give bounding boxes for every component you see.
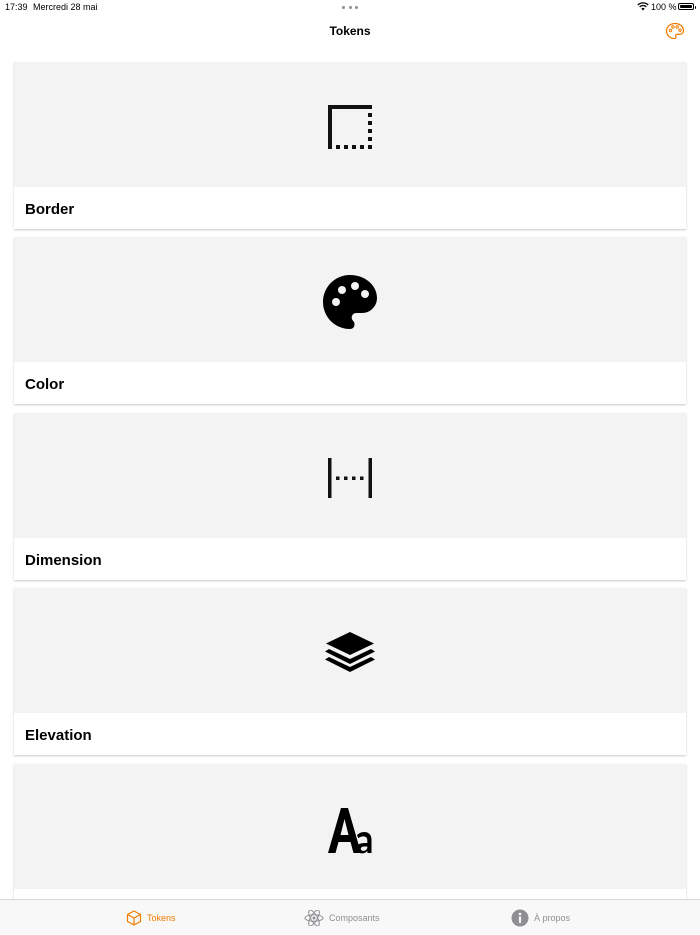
battery-icon: [678, 3, 696, 10]
tab-composants[interactable]: Composants: [304, 900, 380, 935]
tab-bar: Tokens Composants À propos: [0, 899, 700, 934]
tab-label: À propos: [534, 912, 571, 923]
card-dimension[interactable]: Dimension: [14, 413, 686, 580]
tab-a-propos[interactable]: À propos: [511, 900, 570, 935]
border-icon: [328, 105, 372, 149]
card-media: [14, 237, 686, 362]
card-media: [14, 62, 686, 187]
status-bar: 17:39 Mercredi 28 mai 100 %: [0, 0, 700, 14]
card-border[interactable]: Border: [14, 62, 686, 229]
navigation-bar: Tokens: [0, 14, 700, 48]
palette-icon[interactable]: [665, 22, 685, 40]
typography-icon: [328, 808, 372, 854]
status-time: 17:39: [5, 2, 28, 12]
token-list[interactable]: Border Color Dimension Elevation: [0, 48, 700, 899]
card-label: Elevation: [25, 727, 92, 744]
atom-icon: [304, 909, 324, 926]
layers-icon: [325, 632, 375, 672]
card-label: Color: [25, 376, 65, 393]
card-label: Border: [25, 201, 75, 218]
tab-label: Composants: [329, 912, 380, 923]
card-typography[interactable]: [14, 764, 686, 899]
info-icon: [511, 909, 529, 926]
tab-tokens[interactable]: Tokens: [126, 900, 176, 935]
card-media: [14, 764, 686, 889]
dimension-icon: [328, 458, 372, 498]
card-media: [14, 588, 686, 713]
cube-icon: [126, 909, 142, 926]
wifi-icon: [637, 2, 649, 11]
card-color[interactable]: Color: [14, 237, 686, 404]
tab-label: Tokens: [147, 912, 176, 923]
page-title: Tokens: [329, 24, 371, 38]
multitasking-dots-icon[interactable]: [342, 6, 358, 9]
palette-icon: [323, 275, 377, 329]
battery-percent: 100 %: [651, 2, 677, 12]
card-media: [14, 413, 686, 538]
status-date: Mercredi 28 mai: [33, 2, 98, 12]
card-label: Dimension: [25, 552, 102, 569]
card-elevation[interactable]: Elevation: [14, 588, 686, 755]
